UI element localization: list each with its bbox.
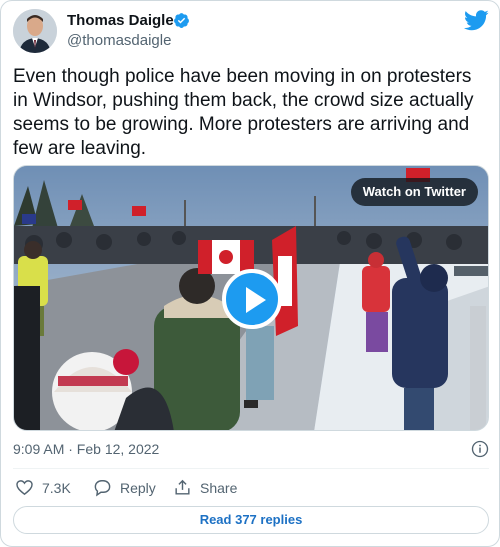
play-button[interactable]	[222, 269, 282, 329]
heart-icon	[16, 480, 33, 496]
play-icon	[246, 287, 266, 313]
author-handle[interactable]: @thomasdaigle	[67, 32, 171, 49]
tweet-meta: 9:09 AM · Feb 12, 2022	[13, 440, 489, 460]
author-name[interactable]: Thomas Daigle	[67, 12, 174, 29]
share-label: Share	[200, 480, 238, 496]
info-icon[interactable]	[471, 440, 489, 458]
tweet-text: Even though police have been moving in o…	[13, 66, 474, 159]
tweet-timestamp[interactable]: 9:09 AM · Feb 12, 2022	[13, 441, 159, 457]
tweet-actions: 7.3K Reply Share	[13, 477, 489, 499]
read-replies-button[interactable]: Read 377 replies	[13, 506, 489, 534]
tweet-card: Thomas Daigle @thomasdaigle Even though …	[0, 0, 500, 547]
tweet-header: Thomas Daigle @thomasdaigle	[13, 9, 489, 55]
share-upload-icon	[175, 479, 190, 495]
author-avatar[interactable]	[13, 9, 57, 53]
reply-label: Reply	[120, 480, 156, 496]
divider	[13, 468, 489, 469]
like-count: 7.3K	[42, 480, 71, 496]
verified-badge-icon	[174, 13, 189, 28]
video-thumbnail[interactable]: Watch on Twitter	[13, 165, 489, 431]
watch-on-twitter-button[interactable]: Watch on Twitter	[350, 178, 478, 206]
reply-bubble-icon	[94, 480, 111, 497]
twitter-bird-icon[interactable]	[464, 10, 489, 31]
